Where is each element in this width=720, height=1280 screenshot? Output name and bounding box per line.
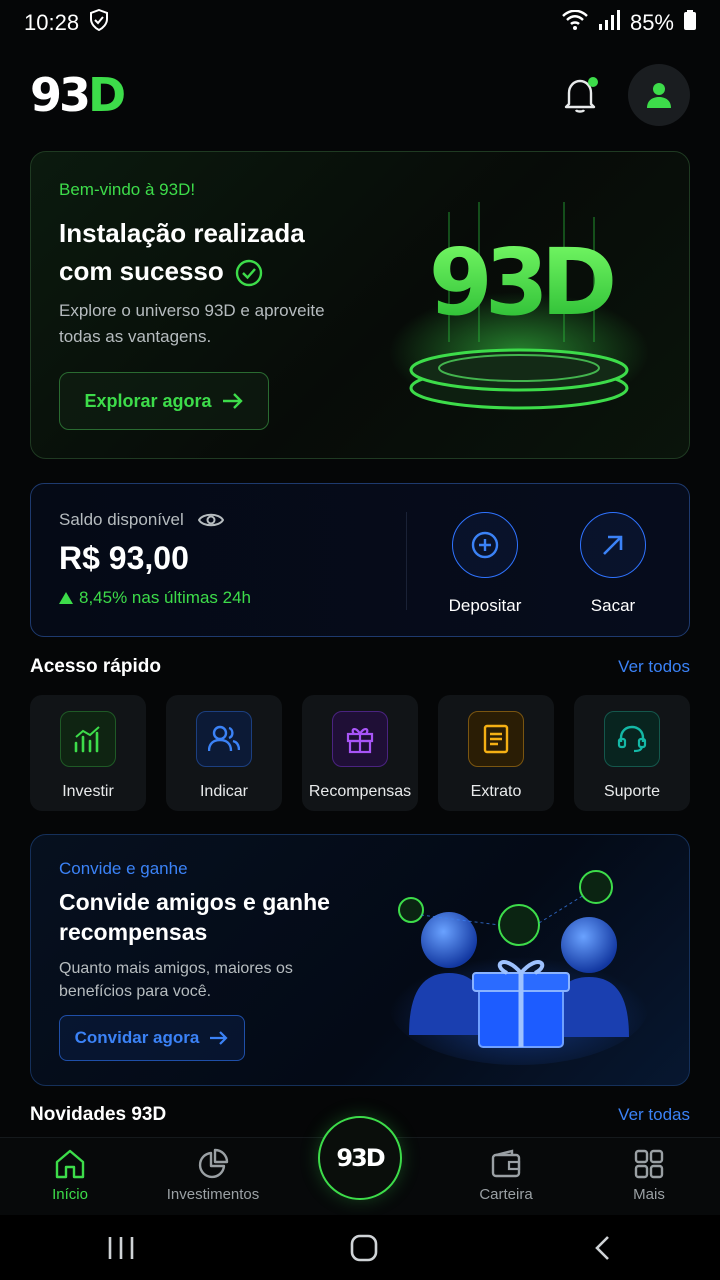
notification-dot — [588, 77, 598, 87]
logo-text-green: D — [88, 68, 126, 122]
logo-text-white: 93 — [30, 68, 91, 122]
welcome-title-text: Instalação realizada com sucesso — [59, 218, 305, 286]
quick-item-rewards[interactable]: Recompensas — [302, 695, 418, 811]
quick-item-label: Suporte — [603, 783, 661, 800]
news-title: Novidades 93D — [30, 1104, 167, 1125]
nav-investments-label: Investimentos — [166, 1186, 260, 1203]
signal-icon — [598, 10, 620, 36]
invite-title: Convide amigos e ganhe recompensas — [59, 889, 330, 945]
pie-chart-icon — [198, 1148, 229, 1179]
nav-more-label: Mais — [633, 1186, 665, 1203]
arrow-up-right-icon — [603, 535, 623, 555]
deposit-button[interactable]: Depositar — [435, 512, 535, 616]
withdraw-circle — [580, 512, 646, 578]
headset-icon — [604, 711, 660, 767]
quick-item-label: Indicar — [199, 783, 249, 800]
hero-art-text: 93D — [429, 229, 613, 336]
withdraw-label: Sacar — [590, 596, 636, 615]
balance-change: 8,45% nas últimas 24h — [59, 588, 251, 608]
nav-home-label: Início — [52, 1186, 88, 1203]
quick-access-title: Acesso rápido — [30, 656, 161, 677]
chart-bars-icon — [60, 711, 116, 767]
quick-item-invest[interactable]: Investir — [30, 695, 146, 811]
user-icon — [647, 83, 671, 108]
document-icon — [468, 711, 524, 767]
status-time: 10:28 — [24, 10, 80, 35]
notifications-button[interactable] — [560, 75, 600, 115]
invite-eyebrow: Convide e ganhe — [59, 859, 188, 878]
nav-home[interactable]: Início — [38, 1148, 102, 1203]
explore-button-label: Explorar agora — [84, 390, 212, 411]
nav-investments[interactable]: Investimentos — [160, 1148, 266, 1203]
nav-center-button[interactable]: 93D — [318, 1116, 402, 1200]
triangle-up-icon — [59, 592, 73, 604]
wallet-icon — [491, 1149, 521, 1178]
invite-button[interactable]: Convidar agora — [59, 1015, 245, 1061]
home-button-icon[interactable] — [349, 1233, 379, 1263]
profile-button[interactable] — [628, 64, 690, 126]
back-icon[interactable] — [592, 1234, 614, 1262]
status-bar: 10:28 85% — [0, 0, 720, 46]
eye-icon[interactable] — [197, 511, 224, 529]
plus-circle-icon — [471, 531, 499, 559]
quick-item-refer[interactable]: Indicar — [166, 695, 282, 811]
invite-card: Convide e ganhe Convide amigos e ganhe r… — [30, 834, 690, 1086]
welcome-title: Instalação realizada com sucesso — [59, 214, 359, 290]
quick-item-label: Recompensas — [308, 783, 412, 800]
explore-button[interactable]: Explorar agora — [59, 372, 269, 430]
quick-access-see-all[interactable]: Ver todos — [618, 657, 690, 677]
hero-illustration: 93D — [389, 192, 649, 432]
balance-label-row: Saldo disponível — [59, 510, 224, 530]
quick-item-label: Extrato — [470, 783, 522, 800]
quick-item-support[interactable]: Suporte — [574, 695, 690, 811]
balance-amount: R$ 93,00 — [59, 540, 189, 576]
welcome-description: Explore o universo 93D e aproveite todas… — [59, 301, 325, 346]
welcome-eyebrow: Bem-vindo à 93D! — [59, 180, 196, 199]
battery-percent: 85% — [629, 10, 674, 35]
balance-label: Saldo disponível — [59, 510, 184, 529]
news-see-all[interactable]: Ver todas — [618, 1105, 690, 1125]
check-circle-icon — [235, 259, 263, 287]
welcome-card: Bem-vindo à 93D! Instalação realizada co… — [30, 151, 690, 459]
invite-button-label: Convidar agora — [74, 1028, 200, 1047]
home-icon — [55, 1149, 85, 1179]
balance-change-text: 8,45% nas últimas 24h — [79, 588, 251, 607]
nav-center-logo: 93D — [336, 1144, 385, 1172]
deposit-circle — [452, 512, 518, 578]
balance-divider — [406, 512, 407, 610]
app-header: 93 D — [30, 62, 690, 128]
recent-apps-icon[interactable] — [106, 1235, 136, 1261]
withdraw-button[interactable]: Sacar — [563, 512, 663, 616]
battery-icon — [684, 10, 696, 36]
quick-access-list: Investir Indicar Recompensas Extrato Sup… — [30, 695, 690, 811]
arrow-right-icon — [210, 1031, 228, 1045]
shield-icon — [89, 8, 109, 37]
invite-illustration — [389, 865, 649, 1065]
quick-item-statement[interactable]: Extrato — [438, 695, 554, 811]
nav-more[interactable]: Mais — [620, 1148, 678, 1203]
logo[interactable]: 93 D — [30, 68, 126, 122]
quick-access-header: Acesso rápido Ver todos — [30, 656, 690, 678]
quick-item-label: Investir — [62, 783, 114, 800]
nav-wallet[interactable]: Carteira — [466, 1148, 546, 1203]
wifi-icon — [562, 9, 588, 36]
bottom-nav: Início Investimentos 93D Carteira Mais — [0, 1116, 720, 1215]
users-icon — [196, 711, 252, 767]
grid-icon — [634, 1149, 664, 1179]
gift-icon — [332, 711, 388, 767]
balance-card: Saldo disponível R$ 93,00 8,45% nas últi… — [30, 483, 690, 637]
invite-description: Quanto mais amigos, maiores os benefício… — [59, 960, 293, 1000]
nav-wallet-label: Carteira — [479, 1186, 533, 1203]
arrow-right-icon — [222, 393, 243, 409]
system-nav-bar — [0, 1215, 720, 1280]
deposit-label: Depositar — [448, 596, 522, 615]
